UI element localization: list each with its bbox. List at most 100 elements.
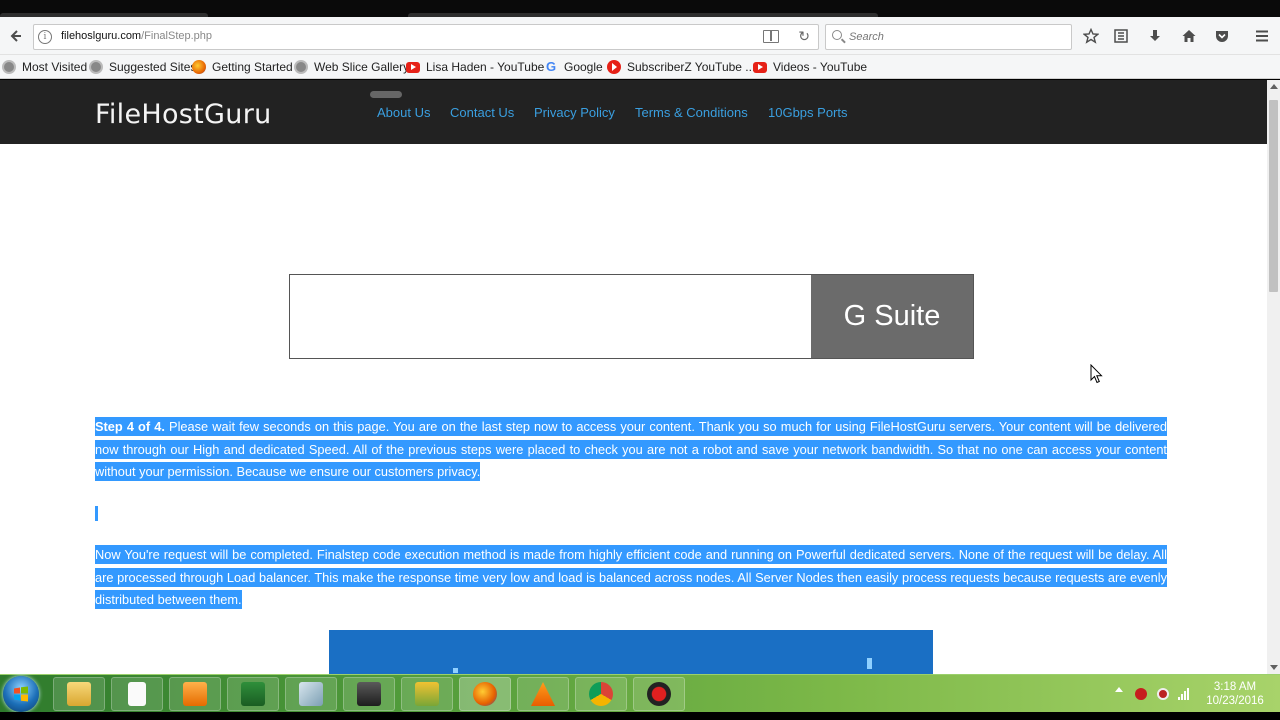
banner-dot xyxy=(453,668,458,673)
info-paragraph-text: Now You're request will be completed. Fi… xyxy=(95,545,1167,609)
media-player-icon xyxy=(183,682,207,706)
globe-icon xyxy=(89,60,103,74)
navigation-toolbar: i filehoslguru.com/FinalStep.php ↻ Searc… xyxy=(0,17,1280,55)
ad-brand-text: G Suite xyxy=(843,300,941,332)
taskbar-spreadsheet[interactable] xyxy=(227,677,279,711)
tool-icon xyxy=(299,682,323,706)
scroll-up-arrow-icon[interactable] xyxy=(1270,84,1278,89)
info-paragraph: Now You're request will be completed. Fi… xyxy=(95,544,1167,612)
start-button[interactable] xyxy=(3,676,39,712)
chrome-icon xyxy=(589,682,613,706)
taskbar-media-player[interactable] xyxy=(169,677,221,711)
bookmark-label: Most Visited xyxy=(22,60,88,74)
archive-icon xyxy=(415,682,439,706)
bookmark-most-visited[interactable]: Most Visited xyxy=(2,59,87,75)
bookmark-videos-youtube[interactable]: Videos - YouTube xyxy=(753,59,867,75)
nav-about-us[interactable]: About Us xyxy=(377,105,430,120)
subscriberz-icon xyxy=(607,60,621,74)
taskbar-explorer[interactable] xyxy=(53,677,105,711)
taskbar-video-editor[interactable] xyxy=(343,677,395,711)
hamburger-menu-icon xyxy=(1256,30,1268,42)
explorer-icon xyxy=(67,682,91,706)
step-paragraph-text: Please wait few seconds on this page. Yo… xyxy=(95,419,1167,479)
bookmark-label: Videos - YouTube xyxy=(773,60,868,74)
site-info-icon[interactable]: i xyxy=(38,30,52,44)
home-button[interactable] xyxy=(1178,25,1200,47)
bookmarks-toolbar: Most Visited Suggested Sites Getting Sta… xyxy=(0,55,1280,79)
firefox-icon xyxy=(473,682,497,706)
search-bar[interactable]: Search xyxy=(825,24,1072,50)
ad-brand-panel[interactable]: G Suite xyxy=(811,275,973,358)
pocket-button[interactable] xyxy=(1211,25,1233,47)
bookmark-label: Lisa Haden - YouTube xyxy=(426,60,545,74)
bookmark-suggested-sites[interactable]: Suggested Sites xyxy=(89,59,196,75)
taskbar-vlc[interactable] xyxy=(517,677,569,711)
nav-contact-us[interactable]: Contact Us xyxy=(450,105,514,120)
scroll-thumb[interactable] xyxy=(1269,100,1278,292)
clock-time: 3:18 AM xyxy=(1213,681,1257,693)
video-editor-icon xyxy=(357,682,381,706)
reader-view-icon[interactable] xyxy=(763,30,779,43)
selected-empty-line xyxy=(95,506,98,521)
search-placeholder: Search xyxy=(849,31,884,43)
clock-date: 10/23/2016 xyxy=(1206,695,1264,707)
youtube-icon xyxy=(406,61,420,73)
bookmark-star-button[interactable] xyxy=(1080,25,1102,47)
web-page: FileHostGuru About Us Contact Us Privacy… xyxy=(0,80,1267,674)
download-banner[interactable] xyxy=(329,630,933,674)
globe-icon xyxy=(294,60,308,74)
taskbar-firefox[interactable] xyxy=(459,677,511,711)
nav-terms-conditions[interactable]: Terms & Conditions xyxy=(635,105,748,120)
tab-strip xyxy=(0,0,1280,17)
bookmark-label: Suggested Sites xyxy=(109,60,197,74)
notepad-icon xyxy=(128,682,146,706)
vlc-icon xyxy=(531,682,555,706)
taskbar-archive[interactable] xyxy=(401,677,453,711)
bookmark-google[interactable]: G Google xyxy=(544,59,603,75)
step-paragraph: Step 4 of 4. Please wait few seconds on … xyxy=(95,416,1167,484)
search-icon xyxy=(832,30,842,40)
url-text[interactable]: filehoslguru.com/FinalStep.php xyxy=(61,30,212,42)
taskbar-tool[interactable] xyxy=(285,677,337,711)
scroll-down-arrow-icon[interactable] xyxy=(1270,665,1278,670)
google-icon: G xyxy=(545,59,557,74)
nav-10gbps-ports[interactable]: 10Gbps Ports xyxy=(768,105,848,120)
nav-toggle-indicator xyxy=(370,91,402,98)
taskbar-chrome[interactable] xyxy=(575,677,627,711)
mouse-cursor-icon xyxy=(1090,364,1103,384)
back-arrow-icon xyxy=(10,30,21,42)
windows-logo-icon xyxy=(14,686,28,702)
url-path: /FinalStep.php xyxy=(141,30,213,42)
nav-privacy-policy[interactable]: Privacy Policy xyxy=(534,105,615,120)
system-tray xyxy=(1110,675,1210,713)
screen: i filehoslguru.com/FinalStep.php ↻ Searc… xyxy=(0,0,1280,720)
taskbar-notepad[interactable] xyxy=(111,677,163,711)
tray-expand-arrow-icon[interactable] xyxy=(1115,687,1123,692)
banner-dot xyxy=(867,658,872,669)
tray-app-icon[interactable] xyxy=(1157,688,1169,700)
menu-button[interactable] xyxy=(1251,25,1273,47)
reload-icon[interactable]: ↻ xyxy=(798,28,810,45)
star-icon xyxy=(1083,28,1099,44)
back-button[interactable] xyxy=(5,25,27,47)
pocket-icon xyxy=(1216,31,1228,42)
home-icon xyxy=(1182,30,1196,42)
url-domain: filehoslguru.com xyxy=(61,30,142,42)
bookmark-lisa-haden[interactable]: Lisa Haden - YouTube xyxy=(406,59,544,75)
bookmark-web-slice-gallery[interactable]: Web Slice Gallery xyxy=(294,59,409,75)
bookmark-getting-started[interactable]: Getting Started xyxy=(192,59,293,75)
step-label: Step 4 of 4. xyxy=(95,419,165,434)
globe-icon xyxy=(2,60,16,74)
bookmark-subscriberz[interactable]: SubscriberZ YouTube ... xyxy=(607,59,755,75)
screen-bottom-border xyxy=(0,712,1280,720)
bookmarks-menu-button[interactable] xyxy=(1110,25,1132,47)
downloads-button[interactable] xyxy=(1144,25,1166,47)
site-logo[interactable]: FileHostGuru xyxy=(95,99,272,130)
page-scrollbar[interactable] xyxy=(1267,80,1280,674)
advertisement-banner[interactable]: G Suite xyxy=(289,274,974,359)
system-clock[interactable]: 3:18 AM 10/23/2016 xyxy=(1200,680,1270,708)
url-bar[interactable]: i filehoslguru.com/FinalStep.php ↻ xyxy=(33,24,819,50)
taskbar-recorder[interactable] xyxy=(633,677,685,711)
tray-recorder-icon[interactable] xyxy=(1135,688,1147,700)
network-signal-icon[interactable] xyxy=(1178,687,1192,700)
